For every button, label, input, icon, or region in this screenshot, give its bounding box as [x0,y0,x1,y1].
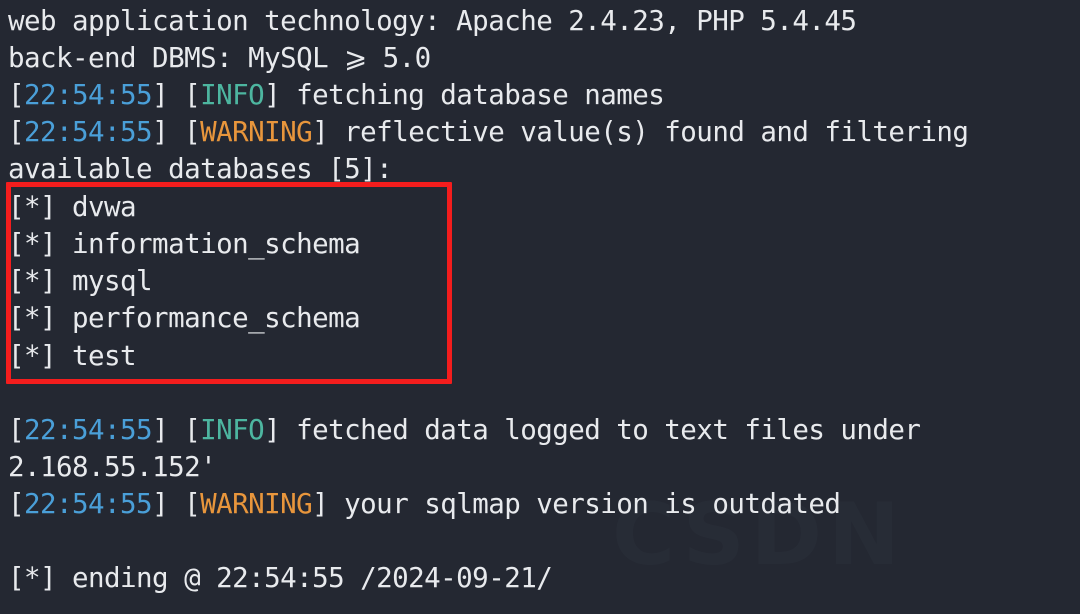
log-info-fetching-database-names-segment-0: [ [8,79,25,111]
log-warning-sqlmap-outdated: [22:54:55] [WARNING] your sqlmap version… [8,486,1080,523]
terminal-window: CSDN web application technology: Apache … [0,0,1080,614]
database-information-schema: [*] information_schema [8,226,1080,263]
web-application-technology: web application technology: Apache 2.4.2… [8,3,1080,40]
log-warning-reflective-values-segment-1: 22:54:55 [24,116,153,148]
log-warning-reflective-values-segment-4: ] reflective value(s) found and filterin… [312,116,969,148]
database-test: [*] test [8,338,1080,375]
log-warning-reflective-values-segment-3: WARNING [200,116,313,148]
log-info-fetching-database-names-segment-3: INFO [200,79,265,111]
log-info-fetched-data-logged-segment-3: INFO [200,414,265,446]
log-info-fetched-data-logged-segment-0: [ [8,414,25,446]
log-info-fetching-database-names-segment-2: ] [ [152,79,201,111]
database-mysql-segment-0: [*] mysql [8,265,153,297]
log-warning-reflective-values-segment-0: [ [8,116,25,148]
log-warning-reflective-values-segment-2: ] [ [152,116,201,148]
log-info-fetched-data-logged: [22:54:55] [INFO] fetched data logged to… [8,412,1080,449]
log-info-fetching-database-names: [22:54:55] [INFO] fetching database name… [8,77,1080,114]
database-test-segment-0: [*] test [8,340,137,372]
log-info-fetching-database-names-segment-1: 22:54:55 [24,79,153,111]
log-path-continuation: 2.168.55.152' [8,449,1080,486]
back-end-dbms-segment-0: back-end DBMS: MySQL ⩾ 5.0 [8,42,431,74]
log-warning-sqlmap-outdated-segment-3: WARNING [200,488,313,520]
log-warning-sqlmap-outdated-segment-0: [ [8,488,25,520]
ending-timestamp-segment-0: [*] ending @ 22:54:55 /2024-09-21/ [8,562,553,594]
log-info-fetched-data-logged-segment-2: ] [ [152,414,201,446]
database-performance-schema: [*] performance_schema [8,300,1080,337]
database-dvwa: [*] dvwa [8,189,1080,226]
available-databases-header: available databases [5]: [8,151,1080,188]
ending-timestamp: [*] ending @ 22:54:55 /2024-09-21/ [8,560,1080,597]
log-warning-sqlmap-outdated-segment-4: ] your sqlmap version is outdated [312,488,841,520]
log-warning-sqlmap-outdated-segment-1: 22:54:55 [24,488,153,520]
log-warning-sqlmap-outdated-segment-2: ] [ [152,488,201,520]
database-mysql: [*] mysql [8,263,1080,300]
log-info-fetched-data-logged-segment-1: 22:54:55 [24,414,153,446]
back-end-dbms: back-end DBMS: MySQL ⩾ 5.0 [8,40,1080,77]
web-application-technology-segment-0: web application technology: Apache 2.4.2… [8,5,857,37]
log-info-fetching-database-names-segment-4: ] fetching database names [264,79,665,111]
log-path-continuation-segment-0: 2.168.55.152' [8,451,217,483]
database-dvwa-segment-0: [*] dvwa [8,191,137,223]
database-information-schema-segment-0: [*] information_schema [8,228,361,260]
log-info-fetched-data-logged-segment-4: ] fetched data logged to text files unde… [264,414,937,446]
available-databases-header-segment-0: available databases [5]: [8,153,393,185]
log-warning-reflective-values: [22:54:55] [WARNING] reflective value(s)… [8,114,1080,151]
database-performance-schema-segment-0: [*] performance_schema [8,302,361,334]
